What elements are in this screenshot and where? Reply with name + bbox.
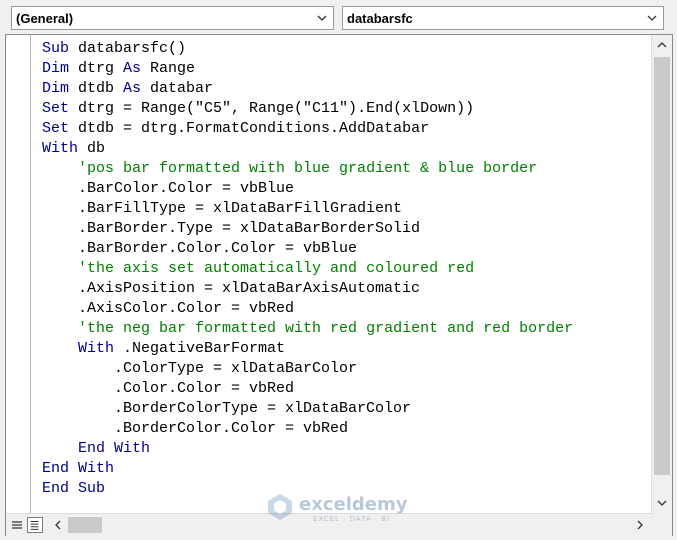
code-window: Sub databarsfc() Dim dtrg As Range Dim dtd… <box>5 34 673 536</box>
code-line[interactable]: .BorderColorType = xlDataBarColor <box>42 399 573 419</box>
code-keyword: With <box>42 140 79 157</box>
chevron-right-icon[interactable] <box>634 519 646 531</box>
code-text: .BorderColor.Color = vbRed <box>42 420 349 437</box>
code-keyword: End Sub <box>42 480 106 497</box>
procedure-dropdown[interactable]: databarsfc <box>342 6 664 30</box>
chevron-down-icon[interactable] <box>316 12 328 24</box>
code-line[interactable]: .BorderColor.Color = vbRed <box>42 419 573 439</box>
code-line[interactable]: 'the neg bar formatted with red gradient… <box>42 319 573 339</box>
code-comment: 'the neg bar formatted with red gradient… <box>78 320 574 337</box>
vertical-scrollbar[interactable] <box>651 35 672 513</box>
code-comment: 'pos bar formatted with blue gradient & … <box>78 160 538 177</box>
code-comment: 'the axis set automatically and coloured… <box>78 260 475 277</box>
code-line[interactable]: Dim dtrg As Range <box>42 59 573 79</box>
object-dropdown-value: (General) <box>16 11 74 26</box>
code-text: .BarBorder.Color.Color = vbBlue <box>42 240 358 257</box>
code-text: .ColorType = xlDataBarColor <box>42 360 358 377</box>
code-line[interactable]: End With <box>42 459 573 479</box>
code-text: .BarFillType = xlDataBarFillGradient <box>42 200 403 217</box>
code-text: dtdb <box>69 80 124 97</box>
code-keyword: Set <box>42 100 70 117</box>
procedure-view-icon[interactable] <box>9 517 25 533</box>
code-line[interactable]: .BarFillType = xlDataBarFillGradient <box>42 199 573 219</box>
chevron-left-icon[interactable] <box>52 519 64 531</box>
code-text: .BarBorder.Type = xlDataBarBorderSolid <box>42 220 421 237</box>
code-keyword: End With <box>78 440 151 457</box>
code-editor[interactable]: Sub databarsfc() Dim dtrg As Range Dim dtd… <box>42 39 573 499</box>
procedure-dropdown-value: databarsfc <box>347 11 413 26</box>
code-keyword: Sub <box>42 40 70 57</box>
object-dropdown[interactable]: (General) <box>11 6 334 30</box>
code-line[interactable]: .BarBorder.Color.Color = vbBlue <box>42 239 573 259</box>
chevron-down-icon[interactable] <box>656 497 668 509</box>
vertical-scroll-thumb[interactable] <box>654 57 670 475</box>
chevron-down-icon[interactable] <box>646 12 658 24</box>
code-text: .BarColor.Color = vbBlue <box>42 180 295 197</box>
code-text: db <box>78 140 106 157</box>
code-line[interactable]: 'the axis set automatically and coloured… <box>42 259 573 279</box>
code-text: dtrg <box>69 60 124 77</box>
code-text: .BorderColorType = xlDataBarColor <box>42 400 412 417</box>
code-keyword: End With <box>42 460 115 477</box>
code-line[interactable]: .AxisPosition = xlDataBarAxisAutomatic <box>42 279 573 299</box>
code-text: .AxisColor.Color = vbRed <box>42 300 295 317</box>
code-line[interactable]: End Sub <box>42 479 573 499</box>
code-text: Range <box>141 60 196 77</box>
code-text: .AxisPosition = xlDataBarAxisAutomatic <box>42 280 421 297</box>
code-line[interactable]: Sub databarsfc() <box>42 39 573 59</box>
code-keyword: As <box>123 80 142 97</box>
code-line[interactable]: Set dtrg = Range("C5", Range("C11").End(… <box>42 99 573 119</box>
code-line[interactable]: .BarColor.Color = vbBlue <box>42 179 573 199</box>
code-keyword: Set <box>42 120 70 137</box>
chevron-up-icon[interactable] <box>656 39 668 51</box>
code-keyword: Dim <box>42 80 70 97</box>
code-text: dtrg = Range("C5", Range("C11").End(xlDo… <box>69 100 475 117</box>
code-line[interactable]: .Color.Color = vbRed <box>42 379 573 399</box>
code-line[interactable]: End With <box>42 439 573 459</box>
horizontal-scrollbar[interactable] <box>6 513 672 536</box>
code-line[interactable]: .AxisColor.Color = vbRed <box>42 299 573 319</box>
scrollbar-corner <box>652 513 672 535</box>
code-text: databarsfc() <box>69 40 187 57</box>
code-line[interactable]: With db <box>42 139 573 159</box>
code-line[interactable]: .ColorType = xlDataBarColor <box>42 359 573 379</box>
code-text: .NegativeBarFormat <box>114 340 286 357</box>
code-keyword: With <box>78 340 115 357</box>
code-text: dtdb = dtrg.FormatConditions.AddDatabar <box>69 120 430 137</box>
horizontal-scroll-thumb[interactable] <box>68 517 102 533</box>
code-keyword: Dim <box>42 60 70 77</box>
code-text: databar <box>141 80 214 97</box>
code-line[interactable]: 'pos bar formatted with blue gradient & … <box>42 159 573 179</box>
code-line[interactable]: .BarBorder.Type = xlDataBarBorderSolid <box>42 219 573 239</box>
code-line[interactable]: With .NegativeBarFormat <box>42 339 573 359</box>
code-keyword: As <box>123 60 142 77</box>
code-text: .Color.Color = vbRed <box>42 380 295 397</box>
code-line[interactable]: Dim dtdb As databar <box>42 79 573 99</box>
code-line[interactable]: Set dtdb = dtrg.FormatConditions.AddData… <box>42 119 573 139</box>
indicator-margin[interactable] <box>6 35 31 513</box>
full-module-view-icon[interactable] <box>27 517 43 533</box>
